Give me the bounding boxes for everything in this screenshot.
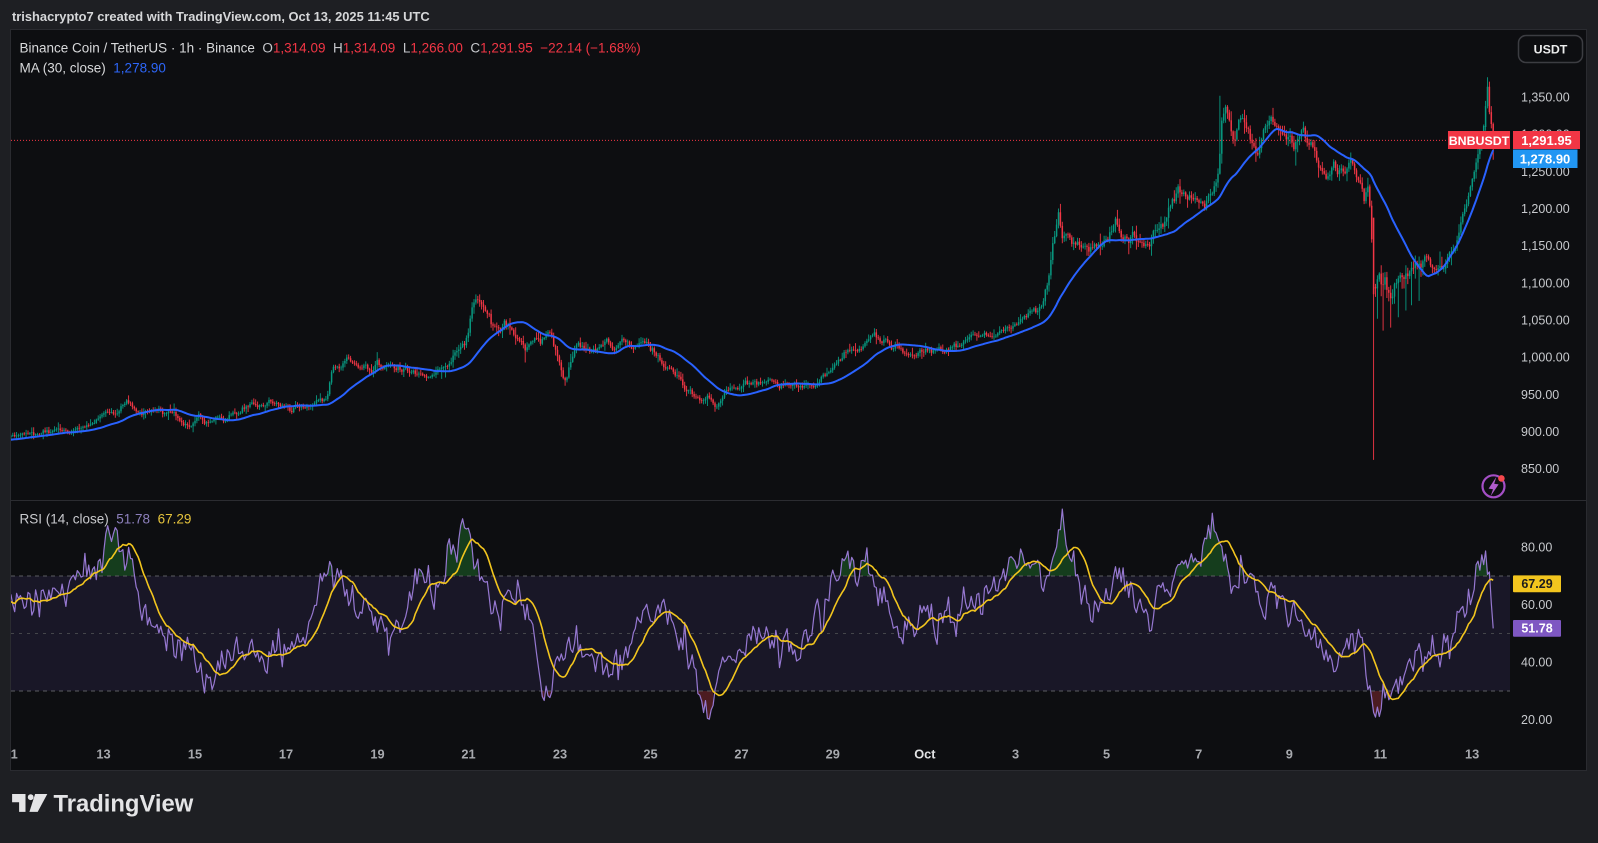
svg-text:25: 25 [643, 747, 657, 762]
svg-text:1,000.00: 1,000.00 [1521, 351, 1570, 365]
svg-text:950.00: 950.00 [1521, 388, 1559, 402]
svg-text:5: 5 [1103, 747, 1110, 762]
svg-text:1,200.00: 1,200.00 [1521, 202, 1570, 216]
svg-text:BNBUSDT: BNBUSDT [1449, 134, 1510, 148]
svg-text:850.00: 850.00 [1521, 462, 1559, 476]
svg-text:51.78: 51.78 [1521, 622, 1552, 636]
svg-text:3: 3 [1012, 747, 1019, 762]
svg-text:1,291.95: 1,291.95 [1521, 133, 1572, 148]
svg-text:Binance Coin / TetherUS · 1h ·: Binance Coin / TetherUS · 1h · Binance O… [20, 41, 641, 56]
svg-text:7: 7 [1195, 747, 1202, 762]
svg-text:1,350.00: 1,350.00 [1521, 91, 1570, 105]
svg-text:23: 23 [553, 747, 567, 762]
svg-text:900.00: 900.00 [1521, 425, 1559, 439]
svg-text:RSI (14, close) 51.78 67.29: RSI (14, close) 51.78 67.29 [20, 512, 192, 527]
svg-text:USDT: USDT [1534, 42, 1568, 56]
svg-text:60.00: 60.00 [1521, 598, 1552, 612]
svg-text:67.29: 67.29 [1521, 577, 1552, 591]
svg-text:19: 19 [370, 747, 384, 762]
svg-text:1,100.00: 1,100.00 [1521, 276, 1570, 290]
svg-text:MA (30, close) 1,278.90: MA (30, close) 1,278.90 [20, 61, 166, 76]
svg-text:11: 11 [1374, 747, 1388, 762]
svg-text:Oct: Oct [914, 747, 936, 762]
svg-text:1,278.90: 1,278.90 [1520, 151, 1571, 166]
svg-text:15: 15 [188, 747, 202, 762]
svg-text:20.00: 20.00 [1521, 713, 1552, 727]
svg-text:29: 29 [826, 747, 840, 762]
svg-text:27: 27 [734, 747, 748, 762]
svg-text:trishacrypto7 created with Tra: trishacrypto7 created with TradingView.c… [12, 9, 430, 24]
svg-text:1,150.00: 1,150.00 [1521, 239, 1570, 253]
svg-text:80.00: 80.00 [1521, 541, 1552, 555]
svg-text:13: 13 [96, 747, 110, 762]
svg-text:1,050.00: 1,050.00 [1521, 314, 1570, 328]
svg-text:9: 9 [1286, 747, 1293, 762]
svg-text:40.00: 40.00 [1521, 656, 1552, 670]
svg-text:13: 13 [1465, 747, 1479, 762]
svg-text:1: 1 [11, 747, 18, 762]
svg-text:17: 17 [279, 747, 293, 762]
svg-text:TradingView: TradingView [54, 791, 194, 818]
svg-text:21: 21 [461, 747, 475, 762]
